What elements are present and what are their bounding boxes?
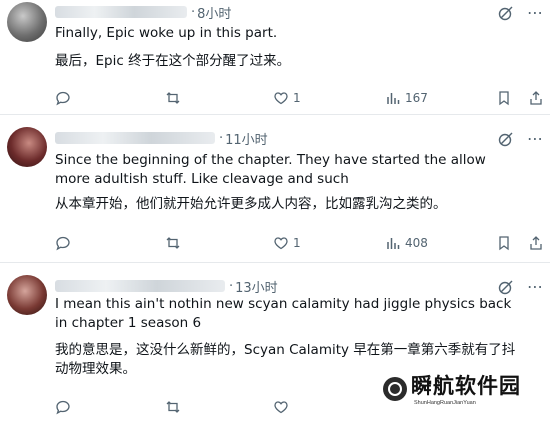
watermark-title: 瞬航软件园 xyxy=(411,373,521,398)
reply-text: Finally, Epic woke up in this part. xyxy=(55,25,278,41)
reply-icon xyxy=(56,236,70,251)
share-icon xyxy=(530,91,542,105)
views-icon xyxy=(387,238,400,249)
share-button[interactable] xyxy=(528,88,544,108)
blurred-username xyxy=(55,280,225,292)
reply-header: · 11小时 xyxy=(55,128,268,148)
grok-icon[interactable] xyxy=(498,279,514,295)
like-count: 1 xyxy=(293,91,301,105)
avatar[interactable] xyxy=(7,127,47,167)
repost-icon xyxy=(166,237,180,249)
bookmark-button[interactable] xyxy=(496,88,512,108)
reply-icon xyxy=(56,400,70,415)
views-count: 167 xyxy=(405,91,428,105)
reply-text: Since the beginning of the chapter. They… xyxy=(55,152,486,187)
reply-header: · 8小时 xyxy=(55,2,231,22)
timestamp[interactable]: 8小时 xyxy=(197,3,231,22)
grok-icon[interactable] xyxy=(498,131,514,147)
reply-translation: 从本章开始，他们就开始允许更多成人内容，比如露乳沟之类的。 xyxy=(55,196,447,212)
watermark-subtitle: ShunHangRuanJianYuan xyxy=(414,400,476,406)
more-icon[interactable]: ⋯ xyxy=(527,131,544,147)
like-button[interactable]: 1 xyxy=(273,233,301,253)
blurred-username xyxy=(55,132,215,144)
timestamp[interactable]: 13小时 xyxy=(235,277,278,296)
bookmark-icon xyxy=(499,91,509,106)
separator-dot: · xyxy=(219,130,224,146)
like-button[interactable] xyxy=(273,397,293,417)
repost-button[interactable] xyxy=(165,88,185,108)
reply-button[interactable] xyxy=(55,397,75,417)
repost-icon xyxy=(166,92,180,104)
action-bar: 1 167 xyxy=(55,88,545,108)
repost-button[interactable] xyxy=(165,233,185,253)
timestamp[interactable]: 11小时 xyxy=(225,129,268,148)
more-icon[interactable]: ⋯ xyxy=(527,5,544,21)
blurred-username xyxy=(55,6,187,18)
watermark: 瞬航软件园 ShunHangRuanJianYuan xyxy=(383,373,543,413)
grok-icon[interactable] xyxy=(498,5,514,21)
action-bar: 1 408 xyxy=(55,233,545,253)
repost-button[interactable] xyxy=(165,397,185,417)
views-button[interactable]: 167 xyxy=(385,88,428,108)
like-count: 1 xyxy=(293,236,301,250)
like-button[interactable]: 1 xyxy=(273,88,301,108)
bookmark-icon xyxy=(499,236,509,251)
share-icon xyxy=(530,236,542,250)
like-icon xyxy=(274,237,288,250)
reply-button[interactable] xyxy=(55,88,75,108)
avatar[interactable] xyxy=(7,2,47,42)
bookmark-button[interactable] xyxy=(496,233,512,253)
more-icon[interactable]: ⋯ xyxy=(527,279,544,295)
watermark-logo-icon xyxy=(383,377,407,401)
views-count: 408 xyxy=(405,236,428,250)
reply-item[interactable]: · 8小时 ⋯ Finally, Epic woke up in this pa… xyxy=(0,0,550,115)
repost-icon xyxy=(166,401,180,413)
reply-button[interactable] xyxy=(55,233,75,253)
separator-dot: · xyxy=(191,4,196,20)
views-icon xyxy=(387,93,400,104)
reply-icon xyxy=(56,91,70,106)
reply-text: I mean this ain't nothin new scyan calam… xyxy=(55,296,512,331)
reply-translation: 最后，Epic 终于在这个部分醒了过来。 xyxy=(55,53,291,69)
separator-dot: · xyxy=(229,278,234,294)
avatar[interactable] xyxy=(7,275,47,315)
views-button[interactable]: 408 xyxy=(385,233,428,253)
reply-item[interactable]: · 11小时 ⋯ Since the beginning of the chap… xyxy=(0,115,550,263)
like-icon xyxy=(274,401,288,414)
share-button[interactable] xyxy=(528,233,544,253)
reply-header: · 13小时 xyxy=(55,276,278,296)
like-icon xyxy=(274,92,288,105)
